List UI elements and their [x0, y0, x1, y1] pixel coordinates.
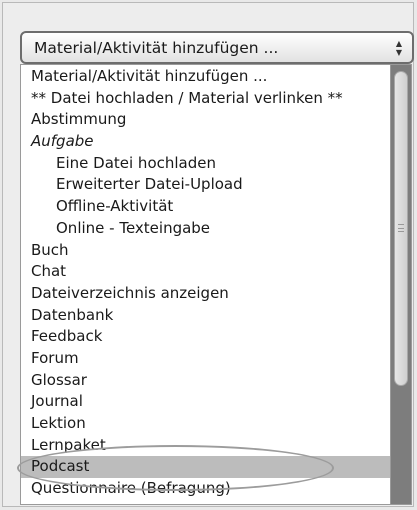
options-list: Material/Aktivität hinzufügen ... ** Date… — [21, 66, 391, 500]
dropdown-option[interactable]: Datenbank — [21, 305, 391, 327]
select-arrows-icon: ▲ ▼ — [394, 38, 404, 58]
dropdown-option[interactable]: Erweiterter Datei-Upload — [21, 174, 391, 196]
select-current-value: Material/Aktivität hinzufügen ... — [34, 38, 279, 57]
scrollbar-thumb[interactable] — [394, 71, 408, 386]
dropdown-option[interactable]: Podcast — [21, 456, 391, 479]
arrow-up-icon: ▲ — [395, 39, 403, 48]
scrollbar[interactable] — [390, 65, 411, 504]
dropdown-option[interactable]: Forum — [21, 348, 391, 370]
dropdown-option[interactable]: Lektion — [21, 413, 391, 435]
dropdown-option[interactable]: Lernpaket — [21, 435, 391, 457]
arrow-down-icon: ▼ — [395, 48, 403, 57]
dropdown-option[interactable]: Journal — [21, 391, 391, 413]
dropdown-list: Material/Aktivität hinzufügen ... ** Date… — [20, 64, 412, 505]
dropdown-option[interactable]: Feedback — [21, 326, 391, 348]
add-activity-select[interactable]: Material/Aktivität hinzufügen ... ▲ ▼ — [20, 31, 414, 64]
dropdown-option[interactable]: Glossar — [21, 370, 391, 392]
dropdown-option[interactable]: Online - Texteingabe — [21, 218, 391, 240]
screenshot-frame: Material/Aktivität hinzufügen ... ▲ ▼ Ma… — [2, 2, 414, 507]
option-group-label: Aufgabe — [31, 132, 94, 151]
scroll-grip-icon — [398, 224, 404, 232]
dropdown-option[interactable]: Eine Datei hochladen — [21, 153, 391, 175]
dropdown-option[interactable]: Abstimmung — [21, 109, 391, 131]
dropdown-option[interactable]: Offline-Aktivität — [21, 196, 391, 218]
dropdown-option[interactable]: ** Datei hochladen / Material verlinken … — [21, 88, 391, 110]
dropdown-option[interactable]: Chat — [21, 261, 391, 283]
dropdown-option[interactable]: Buch — [21, 240, 391, 262]
dropdown-option[interactable]: Questionnaire (Befragung) — [21, 478, 391, 500]
dropdown-option[interactable]: Dateiverzeichnis anzeigen — [21, 283, 391, 305]
dropdown-option[interactable]: Material/Aktivität hinzufügen ... — [21, 66, 391, 88]
